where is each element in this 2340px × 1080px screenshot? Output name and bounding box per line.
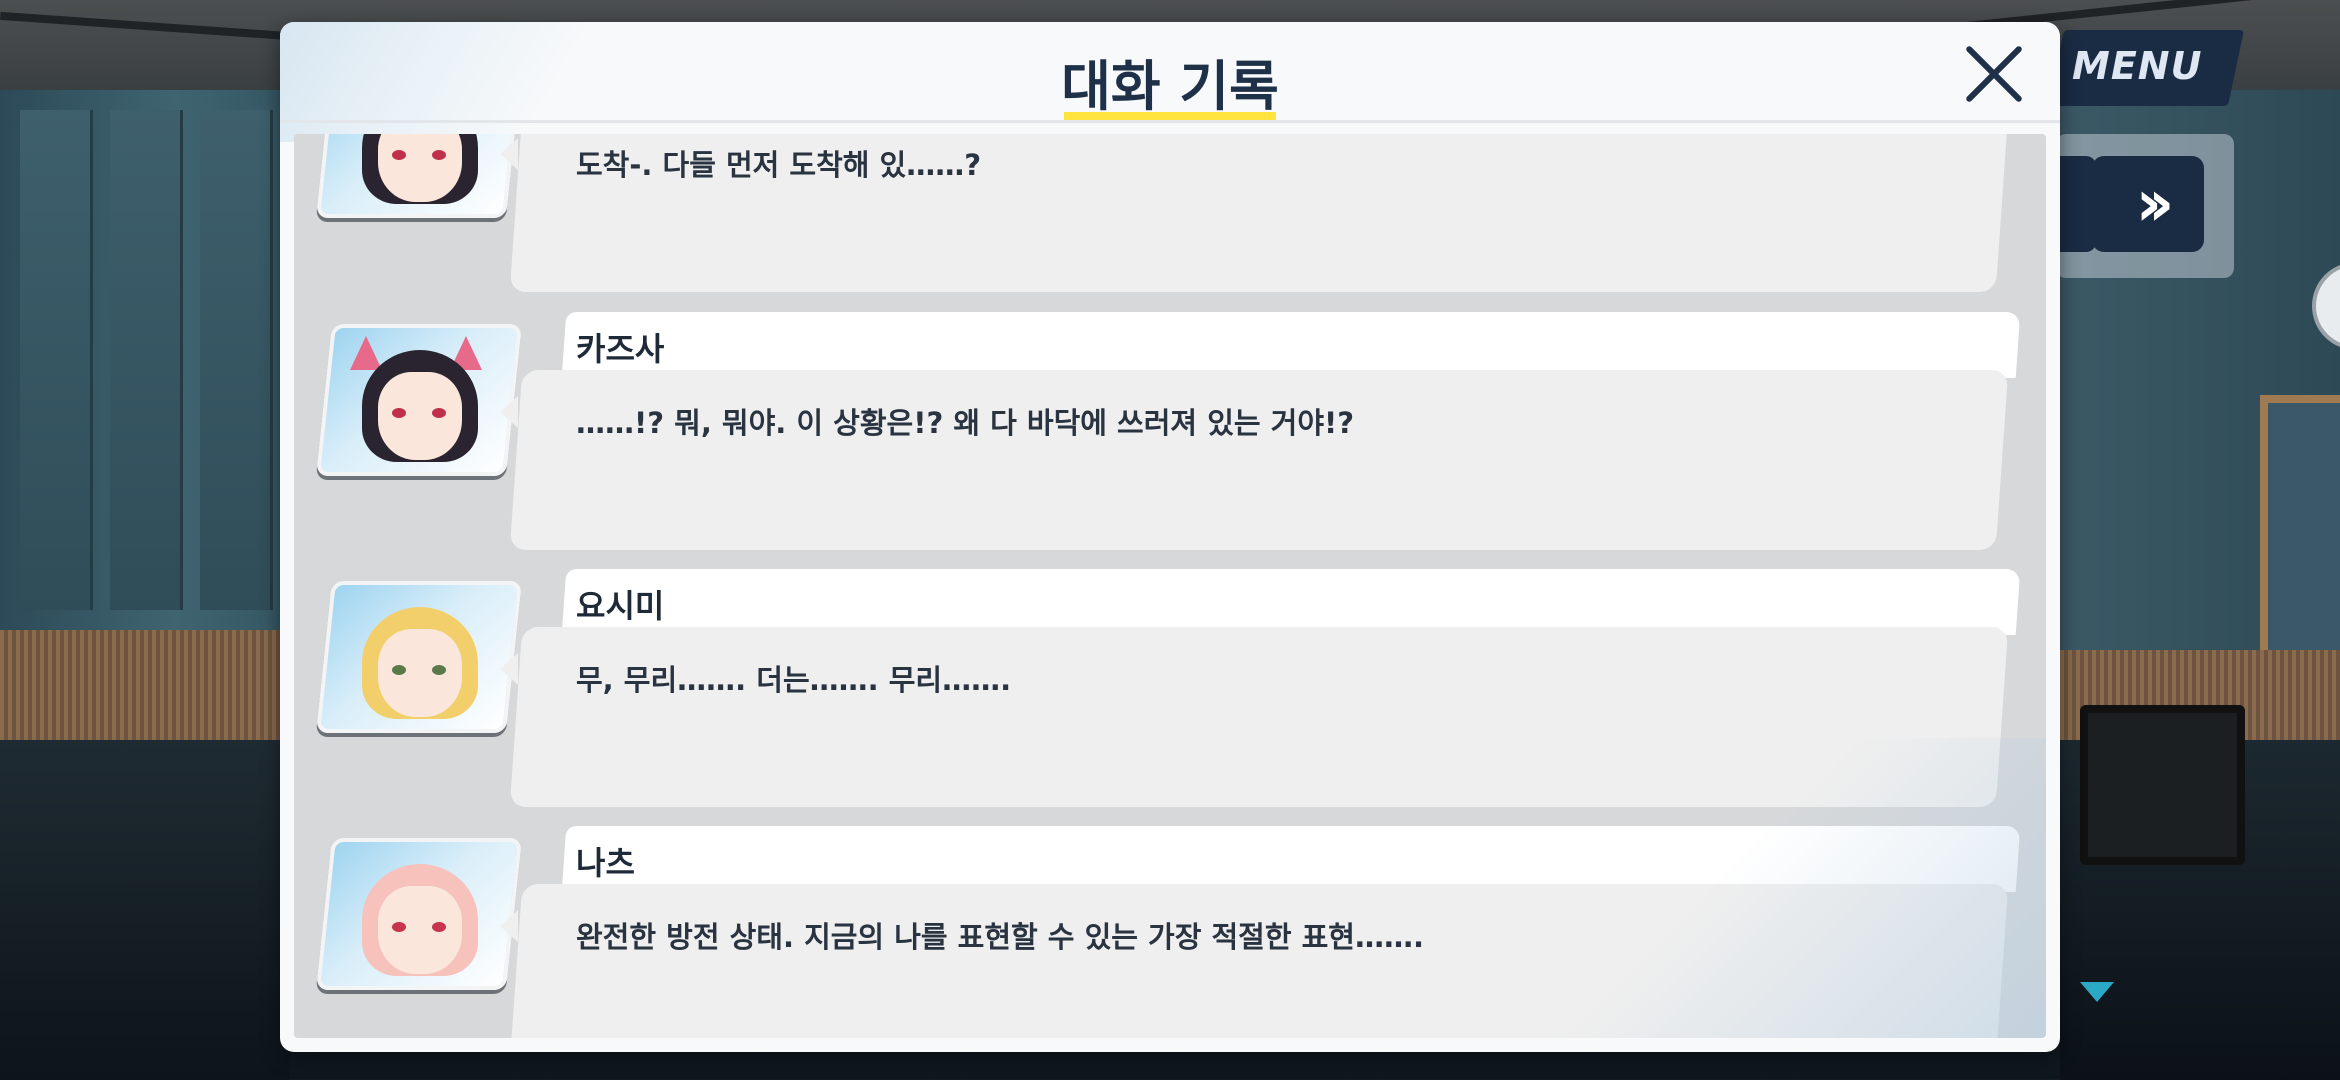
dialogue-log-list[interactable]: 도착-. 다들 먼저 도착해 있……? 카즈사 ……!? 뭐, 뭐야. 이 상황… bbox=[294, 134, 2046, 1038]
dialogue-log-dialog: 대화 기록 도착-. 다들 먼저 도착해 있……? 카즈사 ……!? 뭐, 뭐야… bbox=[280, 22, 2060, 1052]
speech-bubble-tail bbox=[500, 396, 518, 428]
speech-bubble bbox=[509, 627, 2009, 807]
double-chevron-right-icon: ›› bbox=[2135, 167, 2175, 241]
log-entry: 도착-. 다들 먼저 도착해 있……? bbox=[294, 134, 2046, 304]
speaker-name: 카즈사 bbox=[576, 330, 665, 368]
title-underline bbox=[1064, 112, 1276, 120]
background-floor bbox=[0, 740, 290, 1080]
character-portrait-kazusa bbox=[316, 324, 522, 476]
background-amplifier bbox=[2080, 705, 2245, 865]
speaker-name: 요시미 bbox=[576, 587, 665, 625]
background-acoustic-panel bbox=[200, 110, 273, 610]
speech-bubble bbox=[509, 884, 2009, 1038]
speech-bubble bbox=[509, 370, 2009, 550]
skip-button[interactable]: ›› bbox=[2092, 156, 2204, 252]
scroll-down-indicator-icon bbox=[2080, 982, 2114, 1002]
close-button[interactable] bbox=[1960, 40, 2028, 108]
character-portrait-yoshimi bbox=[316, 581, 522, 733]
speaker-name: 나츠 bbox=[576, 844, 635, 882]
menu-label: MENU bbox=[2072, 44, 2203, 88]
dialogue-text: 도착-. 다들 먼저 도착해 있……? bbox=[576, 148, 982, 182]
background-acoustic-panel bbox=[20, 110, 93, 610]
dialog-header: 대화 기록 bbox=[280, 22, 2060, 123]
background-wood-wainscot bbox=[0, 630, 290, 740]
speech-bubble-tail bbox=[500, 910, 518, 942]
speech-bubble-tail bbox=[500, 138, 518, 170]
page-title: 대화 기록 bbox=[1061, 55, 1279, 118]
dialogue-text: ……!? 뭐, 뭐야. 이 상황은!? 왜 다 바닥에 쓰러져 있는 거야!? bbox=[576, 406, 1355, 440]
dialogue-text: 완전한 방전 상태. 지금의 나를 표현할 수 있는 가장 적절한 표현……. bbox=[576, 920, 1424, 954]
background-acoustic-panel bbox=[110, 110, 183, 610]
speaker-name-bar bbox=[561, 312, 2021, 378]
log-entry: 나츠 완전한 방전 상태. 지금의 나를 표현할 수 있는 가장 적절한 표현…… bbox=[294, 826, 2046, 1038]
character-portrait-natsu bbox=[316, 838, 522, 990]
character-portrait-kazusa bbox=[316, 134, 522, 218]
log-entry: 카즈사 ……!? 뭐, 뭐야. 이 상황은!? 왜 다 바닥에 쓰러져 있는 거… bbox=[294, 312, 2046, 562]
speaker-name-bar bbox=[561, 826, 2021, 892]
log-entry: 요시미 무, 무리……. 더는……. 무리……. bbox=[294, 569, 2046, 819]
dialogue-text: 무, 무리……. 더는……. 무리……. bbox=[576, 663, 1012, 697]
speech-bubble-tail bbox=[500, 653, 518, 685]
auto-button[interactable] bbox=[2056, 156, 2096, 252]
speaker-name-bar bbox=[561, 569, 2021, 635]
